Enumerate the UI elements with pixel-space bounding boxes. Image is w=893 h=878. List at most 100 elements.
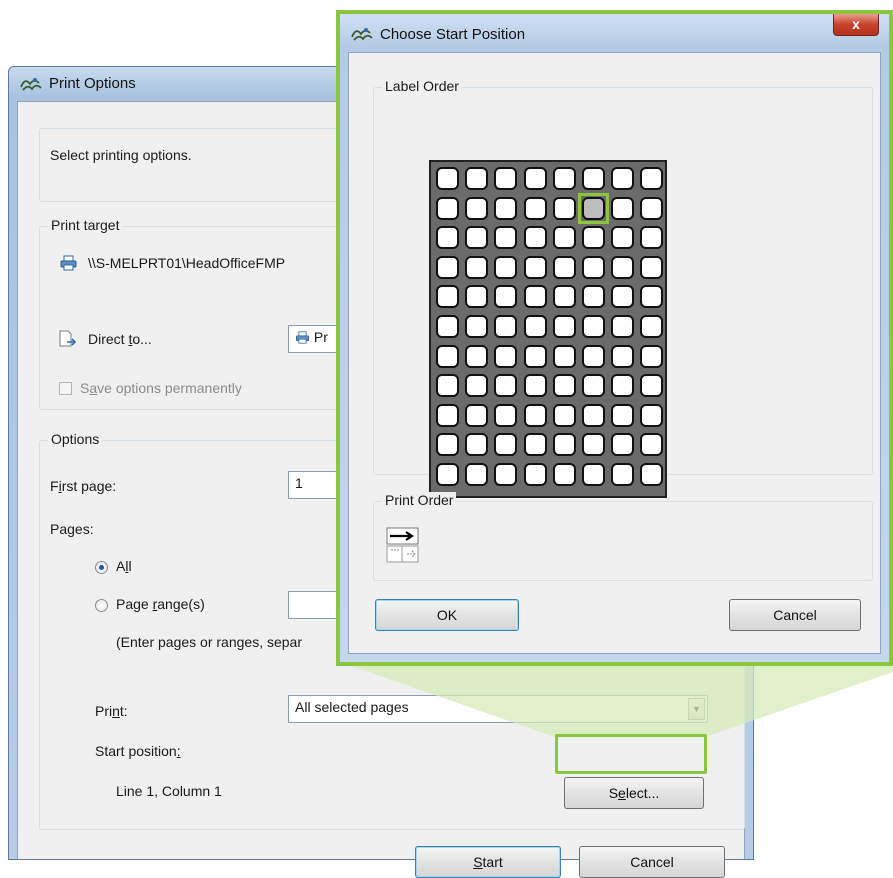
label-cell[interactable] (582, 403, 605, 427)
label-cell[interactable] (552, 403, 576, 427)
all-pages-label[interactable]: All (116, 558, 132, 574)
label-cell[interactable] (640, 167, 664, 190)
po-cancel-button[interactable]: Cancel (579, 846, 725, 878)
label-cell[interactable] (494, 403, 518, 427)
label-cell[interactable] (523, 196, 547, 220)
label-cell[interactable] (640, 226, 664, 250)
label-cell[interactable] (552, 285, 576, 309)
label-cell[interactable] (436, 285, 459, 309)
label-cell[interactable] (552, 344, 576, 368)
save-options-checkbox[interactable] (59, 382, 72, 395)
label-cell[interactable] (611, 167, 635, 190)
label-cell[interactable] (611, 255, 635, 279)
label-cell[interactable] (611, 403, 635, 427)
label-cell[interactable] (611, 315, 635, 338)
label-cell[interactable] (582, 285, 605, 309)
label-cell[interactable] (465, 255, 489, 279)
label-cell[interactable] (465, 315, 489, 338)
label-cell[interactable] (582, 226, 605, 250)
label-cell[interactable] (552, 463, 576, 486)
label-cell[interactable] (494, 196, 518, 220)
print-order-row-arrows-icon[interactable] (386, 526, 420, 564)
label-cell[interactable] (523, 167, 547, 190)
cs-cancel-button[interactable]: Cancel (729, 599, 861, 631)
label-cell[interactable] (611, 226, 635, 250)
label-cell[interactable] (465, 344, 489, 368)
label-cell[interactable] (465, 463, 489, 486)
page-range-radio[interactable] (95, 599, 108, 612)
label-cell[interactable] (494, 167, 518, 190)
chevron-down-icon[interactable]: ▼ (688, 698, 705, 720)
close-button[interactable]: x (833, 14, 879, 36)
label-cell[interactable] (640, 463, 664, 486)
label-cell[interactable] (436, 196, 459, 220)
select-button[interactable]: Select... (564, 777, 704, 809)
label-cell[interactable] (523, 433, 547, 457)
page-range-label[interactable]: Page range(s) (116, 596, 205, 612)
label-cell[interactable] (523, 403, 547, 427)
label-cell[interactable] (436, 463, 459, 486)
label-cell[interactable] (436, 344, 459, 368)
ok-button[interactable]: OK (375, 599, 519, 631)
label-cell[interactable] (611, 433, 635, 457)
label-cell[interactable] (494, 374, 518, 398)
label-cell[interactable] (582, 433, 605, 457)
label-cell[interactable] (494, 433, 518, 457)
label-cell[interactable] (552, 167, 576, 190)
label-cell[interactable] (611, 463, 635, 486)
label-cell[interactable] (640, 285, 664, 309)
label-cell[interactable] (611, 285, 635, 309)
label-cell[interactable] (494, 463, 518, 486)
label-cell[interactable] (436, 167, 459, 190)
label-cell[interactable] (494, 344, 518, 368)
label-cell[interactable] (523, 315, 547, 338)
label-cell[interactable] (494, 315, 518, 338)
label-cell[interactable] (465, 285, 489, 309)
label-cell[interactable] (552, 196, 576, 220)
label-cell[interactable] (465, 167, 489, 190)
label-cell[interactable] (582, 374, 605, 398)
print-select[interactable]: All selected pages ▼ (288, 695, 708, 723)
label-cell[interactable] (582, 255, 605, 279)
label-cell[interactable] (582, 315, 605, 338)
label-cell[interactable] (552, 374, 576, 398)
label-cell[interactable] (523, 255, 547, 279)
label-cell[interactable] (436, 255, 459, 279)
label-cell[interactable] (552, 255, 576, 279)
label-cell[interactable] (465, 433, 489, 457)
label-cell[interactable] (436, 403, 459, 427)
label-cell[interactable] (582, 463, 605, 486)
label-grid[interactable] (429, 160, 667, 498)
label-cell[interactable] (640, 433, 664, 457)
label-cell[interactable] (436, 226, 459, 250)
label-cell[interactable] (640, 403, 664, 427)
label-cell[interactable] (611, 344, 635, 368)
label-cell[interactable] (611, 374, 635, 398)
label-cell[interactable] (523, 285, 547, 309)
direct-to-label[interactable]: Direct to... (88, 331, 152, 347)
label-cell[interactable] (582, 344, 605, 368)
label-cell[interactable] (552, 226, 576, 250)
label-cell[interactable] (640, 315, 664, 338)
label-cell[interactable] (494, 226, 518, 250)
label-cell[interactable] (640, 344, 664, 368)
label-cell[interactable] (611, 196, 635, 220)
label-cell[interactable] (640, 255, 664, 279)
label-cell[interactable] (436, 315, 459, 338)
label-cell[interactable] (582, 167, 605, 190)
label-cell[interactable] (465, 196, 489, 220)
label-cell[interactable] (494, 285, 518, 309)
label-cell[interactable] (523, 226, 547, 250)
label-cell[interactable] (436, 374, 459, 398)
label-cell[interactable] (494, 255, 518, 279)
label-cell[interactable] (436, 433, 459, 457)
label-cell[interactable] (640, 196, 664, 220)
label-cell[interactable] (465, 403, 489, 427)
all-pages-radio[interactable] (95, 561, 108, 574)
start-button[interactable]: Start (415, 846, 561, 878)
label-cell[interactable] (465, 374, 489, 398)
label-cell[interactable] (552, 315, 576, 338)
label-cell[interactable] (465, 226, 489, 250)
label-cell[interactable] (523, 463, 547, 486)
label-cell[interactable] (640, 374, 664, 398)
